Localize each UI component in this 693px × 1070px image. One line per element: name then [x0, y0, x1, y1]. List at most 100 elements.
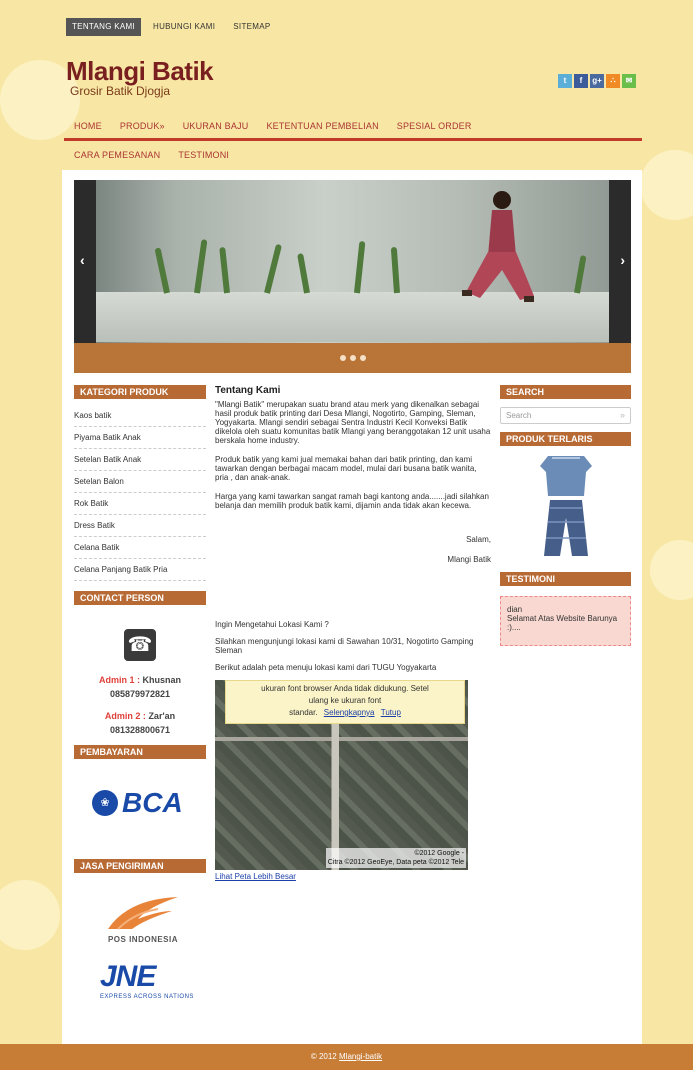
category-item[interactable]: Setelan Batik Anak [74, 449, 206, 471]
category-item[interactable]: Setelan Balon [74, 471, 206, 493]
location-question: Ingin Mengetahui Lokasi Kami ? [215, 620, 329, 629]
image-slider: ‹ › [74, 180, 631, 373]
testimoni-text: Selamat Atas Website Barunya :).... [507, 614, 618, 632]
pos-wing-icon [108, 897, 178, 930]
about-paragraph: Harga yang kami tawarkan sangat ramah ba… [215, 492, 489, 510]
nav-ukuran-baju[interactable]: UKURAN BAJU [183, 121, 249, 131]
nav-home[interactable]: HOME [74, 121, 102, 131]
category-item[interactable]: Dress Batik [74, 515, 206, 537]
admin-phone: 085879972821 [109, 689, 171, 699]
slide-model-figure [462, 191, 534, 302]
about-paragraph: Produk batik yang kami jual memakai baha… [215, 455, 477, 482]
top-nav-hubungi-kami[interactable]: HUBUNGI KAMI [147, 18, 221, 36]
slider-next-icon[interactable]: › [620, 252, 625, 268]
signer-text: Mlangi Batik [447, 555, 491, 564]
map-close-link[interactable]: Tutup [381, 708, 401, 717]
background-decoration [650, 540, 693, 600]
rss-icon[interactable]: ∴ [606, 74, 620, 88]
nav-spesial-order[interactable]: SPESIAL ORDER [397, 121, 472, 131]
salam-text: Salam, [466, 535, 491, 544]
pos-indonesia-logo: POS INDONESIA [98, 893, 188, 944]
nav-cara-pemesanan[interactable]: CARA PEMESANAN [74, 150, 160, 160]
slider-left-bar [74, 180, 96, 343]
bca-emblem-icon: ❀ [92, 790, 118, 816]
categories-heading: KATEGORI PRODUK [74, 385, 206, 399]
left-sidebar: KATEGORI PRODUK Kaos batik Piyama Batik … [74, 385, 206, 1000]
map-copyright-line: Citra ©2012 GeoEye, Data peta ©2012 Tele [327, 859, 464, 866]
search-heading: SEARCH [500, 385, 631, 399]
slider-dot[interactable] [349, 355, 356, 361]
social-icons: t f g+ ∴ ✉ [558, 74, 636, 88]
admin-label: Admin 1 : [98, 675, 140, 685]
embedded-map[interactable]: ukuran font browser Anda tidak didukung.… [215, 680, 468, 870]
footer-link[interactable]: Mlangi-batik [339, 1052, 382, 1061]
map-notice-line: standar. [289, 708, 318, 717]
map-copyright: ©2012 Google - Citra ©2012 GeoEye, Data … [325, 848, 466, 868]
main-nav-row: CARA PEMESANAN TESTIMONI [62, 147, 642, 163]
slider-pagination [74, 343, 631, 373]
footer-copyright: © 2012 [310, 1052, 337, 1061]
shipping-heading: JASA PENGIRIMAN [74, 859, 206, 873]
twitter-icon[interactable]: t [558, 74, 572, 88]
category-item[interactable]: Celana Panjang Batik Pria [74, 559, 206, 581]
site-brand: Mlangi Batik Grosir Batik Djogja [66, 58, 214, 98]
search-go-icon[interactable]: » [620, 410, 625, 420]
product-image [540, 456, 592, 556]
bca-logo: ❀ BCA [92, 787, 206, 819]
admin-name: Zar'an [148, 711, 176, 721]
page-title: Tentang Kami [215, 385, 281, 396]
map-copyright-line: ©2012 Google - [414, 850, 464, 857]
admin-phone: 081328800671 [109, 725, 171, 735]
top-nav-sitemap[interactable]: SITEMAP [227, 18, 276, 36]
admin-label: Admin 2 : [104, 711, 146, 721]
nav-ketentuan-pembelian[interactable]: KETENTUAN PEMBELIAN [266, 121, 378, 131]
category-list: Kaos batik Piyama Batik Anak Setelan Bat… [74, 405, 206, 581]
location-address: Silahkan mengunjungi lokasi kami di Sawa… [215, 637, 474, 655]
contact-heading: CONTACT PERSON [74, 591, 206, 605]
main-content: Tentang Kami "Mlangi Batik" merupakan su… [215, 385, 491, 881]
background-decoration [0, 880, 60, 950]
testimoni-author: dian [507, 605, 523, 614]
page-container: TENTANG KAMI HUBUNGI KAMI SITEMAP Mlangi… [62, 10, 642, 1054]
background-decoration [640, 150, 693, 220]
site-tagline: Grosir Batik Djogja [70, 84, 171, 98]
search-placeholder: Search [506, 411, 532, 420]
site-footer: © 2012 Mlangi-batik [0, 1044, 693, 1070]
map-notice-line: ukuran font browser Anda tidak didukung.… [261, 684, 429, 693]
bca-text: BCA [122, 787, 183, 818]
map-notice-line: ulang ke ukuran font [308, 696, 382, 705]
telephone-icon: ☎ [124, 629, 156, 661]
category-item[interactable]: Celana Batik [74, 537, 206, 559]
jne-tagline: EXPRESS ACROSS NATIONS [100, 994, 194, 1000]
category-item[interactable]: Piyama Batik Anak [74, 427, 206, 449]
jne-logo: JNE EXPRESS ACROSS NATIONS [100, 960, 206, 1000]
about-paragraph: "Mlangi Batik" merupakan suatu brand ata… [215, 400, 491, 445]
slider-dot[interactable] [339, 355, 346, 361]
location-section: Ingin Mengetahui Lokasi Kami ? Silahkan … [215, 620, 491, 672]
nav-divider [64, 138, 642, 141]
larger-map-link[interactable]: Lihat Peta Lebih Besar [215, 872, 491, 881]
main-nav: HOME PRODUK» UKURAN BAJU KETENTUAN PEMBE… [62, 118, 642, 163]
testimoni-heading: TESTIMONI [500, 572, 631, 586]
slider-dot[interactable] [359, 355, 366, 361]
nav-produk[interactable]: PRODUK» [120, 121, 165, 131]
top-nav: TENTANG KAMI HUBUNGI KAMI SITEMAP [66, 18, 277, 36]
search-input[interactable]: Search » [500, 407, 631, 424]
site-title[interactable]: Mlangi Batik [66, 58, 214, 84]
googleplus-icon[interactable]: g+ [590, 74, 604, 88]
map-more-link[interactable]: Selengkapnya [324, 708, 375, 717]
category-item[interactable]: Rok Batik [74, 493, 206, 515]
admin-name: Khusnan [142, 675, 182, 685]
slide-image-ledge [74, 292, 631, 342]
facebook-icon[interactable]: f [574, 74, 588, 88]
category-item[interactable]: Kaos batik [74, 405, 206, 427]
admin-contact: Admin 2 : Zar'an 081328800671 [74, 709, 206, 737]
main-nav-row: HOME PRODUK» UKURAN BAJU KETENTUAN PEMBE… [62, 118, 642, 134]
slider-prev-icon[interactable]: ‹ [80, 252, 85, 268]
email-icon[interactable]: ✉ [622, 74, 636, 88]
map-font-notice: ukuran font browser Anda tidak didukung.… [225, 680, 465, 724]
pos-text: POS INDONESIA [107, 935, 179, 944]
top-nav-tentang-kami[interactable]: TENTANG KAMI [66, 18, 142, 36]
nav-testimoni[interactable]: TESTIMONI [178, 150, 229, 160]
best-seller-product[interactable] [500, 452, 631, 562]
